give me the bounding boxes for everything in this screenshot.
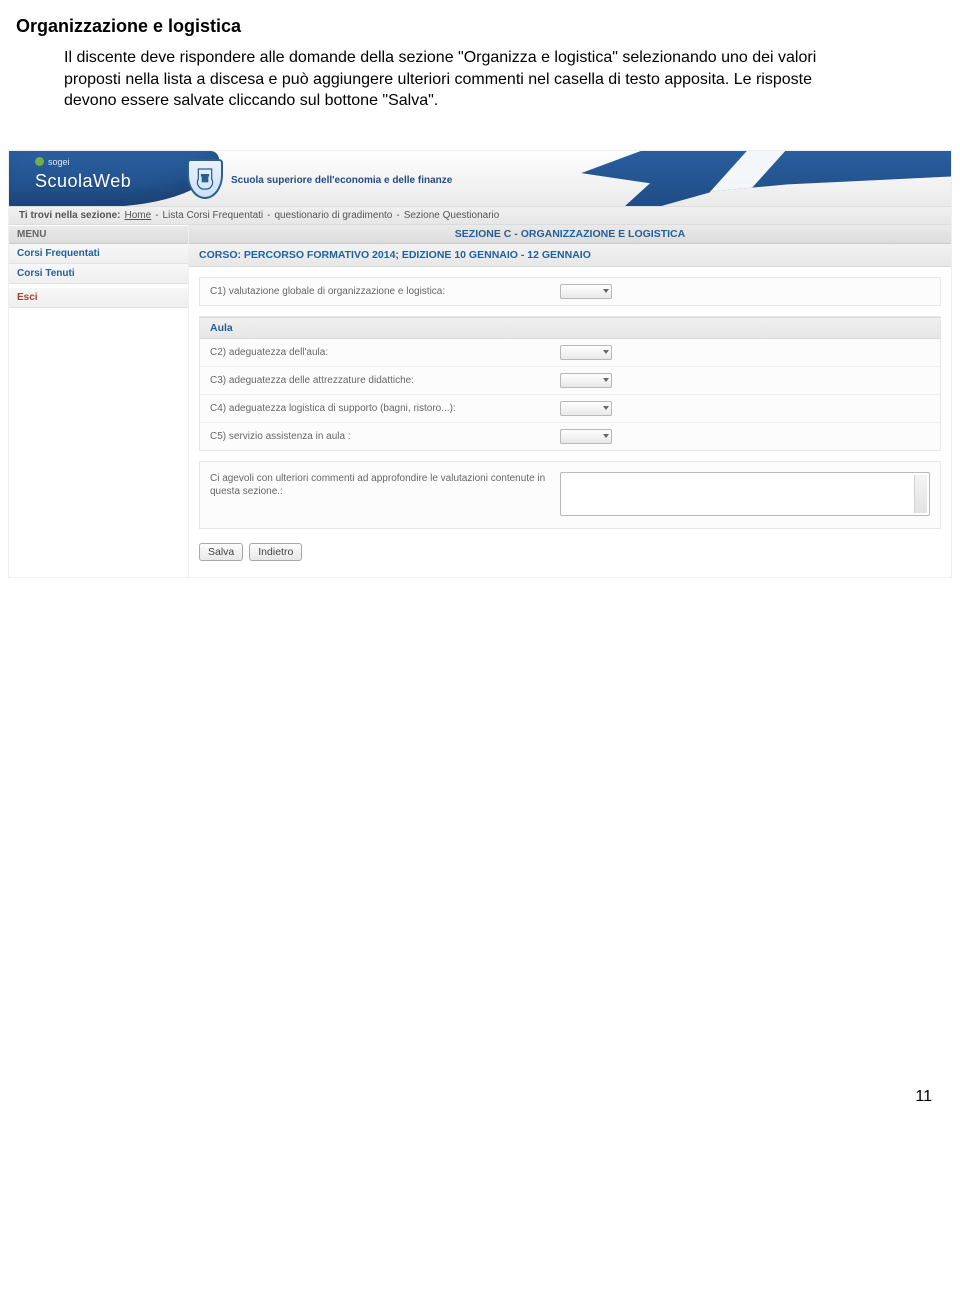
question-c4-label: C4) adeguatezza logistica di supporto (b… (210, 403, 550, 414)
breadcrumb-item: questionario di gradimento (275, 210, 393, 221)
app-banner: sogei ScuolaWeb Scuola superiore dell'ec… (9, 151, 951, 207)
section-title: SEZIONE C - ORGANIZZAZIONE E LOGISTICA (189, 225, 951, 244)
chevron-down-icon (603, 434, 609, 438)
breadcrumb: Ti trovi nella sezione: Home - Lista Cor… (9, 207, 951, 225)
app-name: ScuolaWeb (35, 171, 131, 192)
comments-box: Ci agevoli con ulteriori commenti ad app… (199, 461, 941, 529)
breadcrumb-item: Sezione Questionario (404, 210, 500, 221)
chevron-down-icon (603, 289, 609, 293)
aula-heading: Aula (200, 317, 940, 339)
save-button[interactable]: Salva (199, 543, 243, 561)
brand-box: sogei ScuolaWeb (35, 157, 131, 193)
chevron-down-icon (603, 378, 609, 382)
breadcrumb-home[interactable]: Home (125, 210, 152, 221)
scroll-down-icon[interactable] (917, 504, 926, 512)
vendor-text: sogei (48, 157, 70, 167)
doc-section-title: Organizzazione e logistica (16, 16, 936, 37)
menu-heading: MENU (9, 225, 188, 244)
page-number: 11 (0, 578, 960, 1124)
institute-label: Scuola superiore dell'economia e delle f… (231, 175, 452, 186)
menu-item-corsi-frequentati[interactable]: Corsi Frequentati (9, 244, 188, 264)
question-c5-select[interactable] (560, 429, 612, 444)
comments-label: Ci agevoli con ulteriori commenti ad app… (210, 472, 550, 498)
banner-swoosh (521, 151, 951, 207)
breadcrumb-item: Lista Corsi Frequentati (163, 210, 264, 221)
chevron-down-icon (603, 406, 609, 410)
question-c1-select[interactable] (560, 284, 612, 299)
vendor-label: sogei (35, 157, 70, 167)
side-menu: MENU Corsi Frequentati Corsi Tenuti Esci (9, 225, 189, 577)
scroll-up-icon[interactable] (917, 476, 926, 484)
vendor-dot-icon (35, 157, 44, 166)
breadcrumb-label: Ti trovi nella sezione: (19, 210, 121, 221)
question-box-c1: C1) valutazione globale di organizzazion… (199, 277, 941, 306)
question-c2-select[interactable] (560, 345, 612, 360)
comments-textarea[interactable] (560, 472, 930, 516)
question-c5-label: C5) servizio assistenza in aula : (210, 431, 550, 442)
question-c1-label: C1) valutazione globale di organizzazion… (210, 286, 550, 297)
main-content: SEZIONE C - ORGANIZZAZIONE E LOGISTICA C… (189, 225, 951, 577)
menu-item-corsi-tenuti[interactable]: Corsi Tenuti (9, 264, 188, 284)
question-c2-label: C2) adeguatezza dell'aula: (210, 347, 550, 358)
back-button[interactable]: Indietro (249, 543, 302, 561)
course-title: CORSO: PERCORSO FORMATIVO 2014; EDIZIONE… (189, 244, 951, 267)
question-c3-select[interactable] (560, 373, 612, 388)
question-c3-label: C3) adeguatezza delle attrezzature didat… (210, 375, 550, 386)
button-row: Salva Indietro (189, 539, 951, 569)
doc-paragraph: Il discente deve rispondere alle domande… (64, 47, 824, 112)
chevron-down-icon (603, 350, 609, 354)
question-box-aula: Aula C2) adeguatezza dell'aula: C3) adeg… (199, 316, 941, 451)
crest-icon (187, 159, 223, 199)
menu-item-esci[interactable]: Esci (9, 288, 188, 308)
question-c4-select[interactable] (560, 401, 612, 416)
app-screenshot: sogei ScuolaWeb Scuola superiore dell'ec… (8, 150, 952, 578)
